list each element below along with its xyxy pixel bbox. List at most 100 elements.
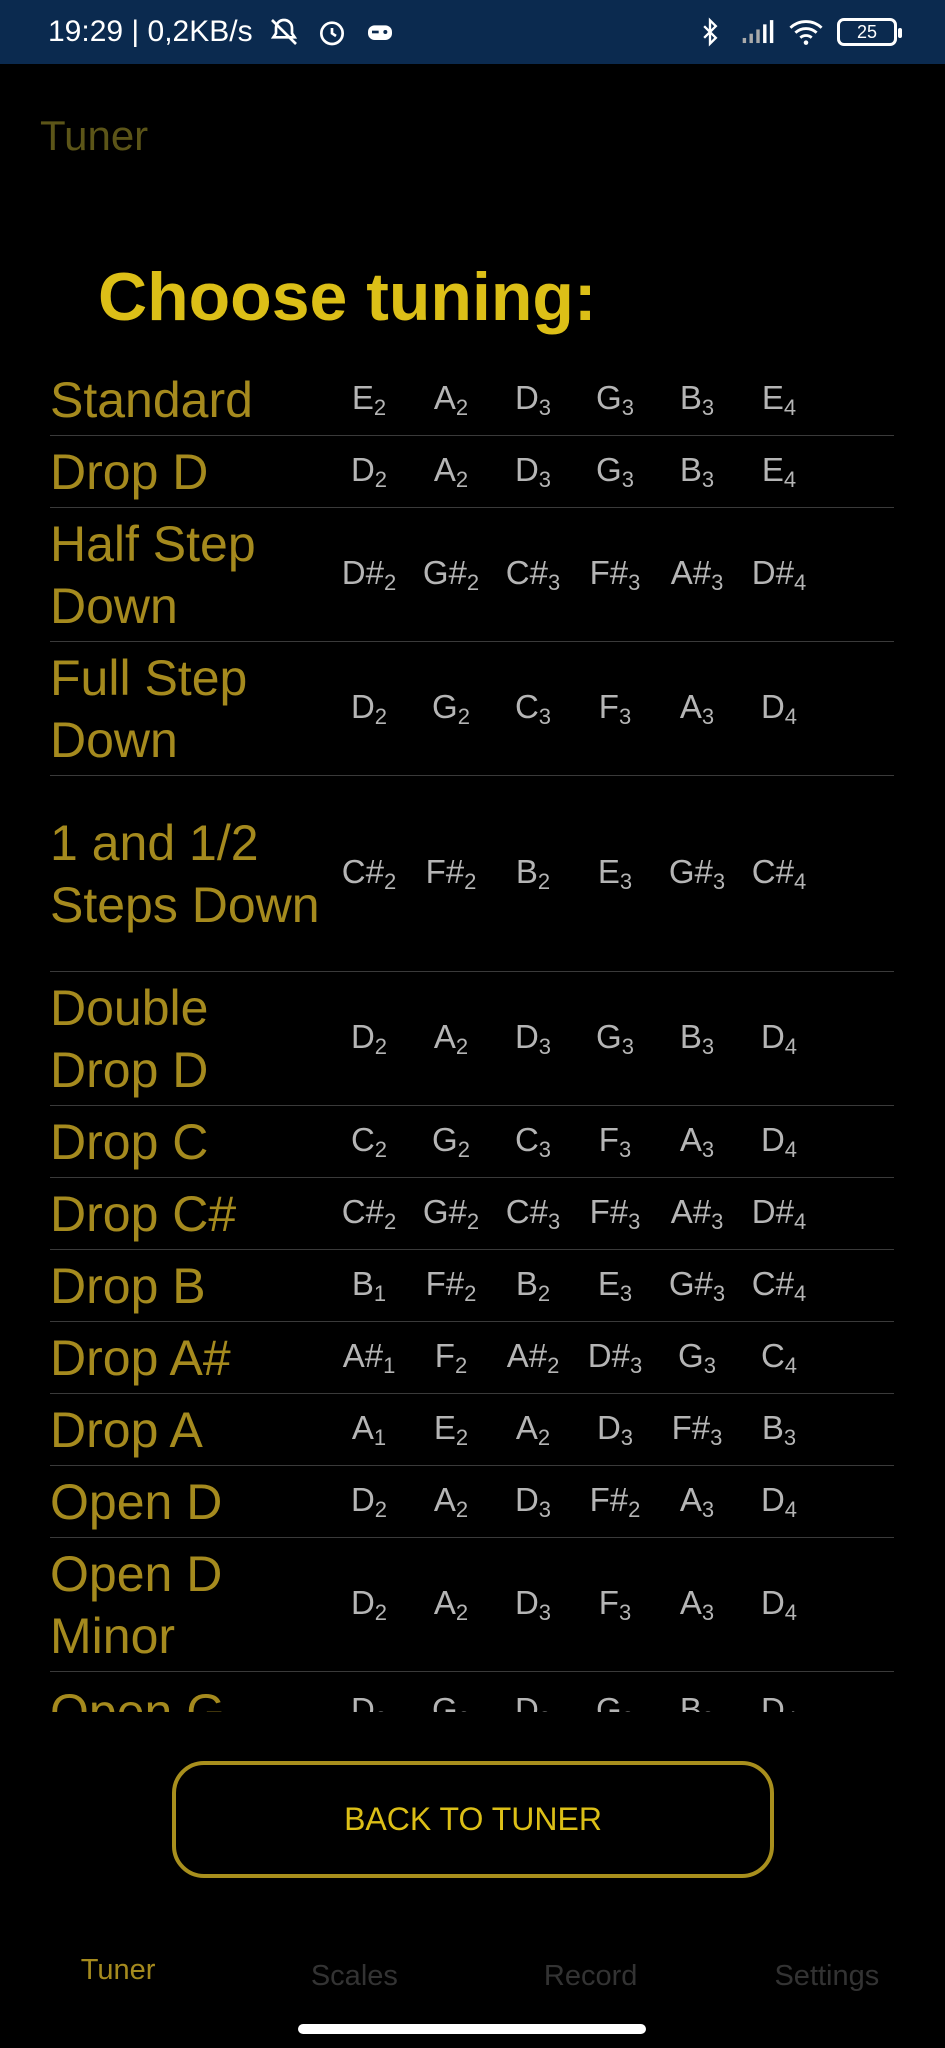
- string-note: E3: [574, 1265, 656, 1307]
- string-note: D#4: [738, 1193, 820, 1235]
- note-octave: 2: [466, 1208, 480, 1234]
- string-note: A3: [656, 1481, 738, 1523]
- string-note: D3: [492, 1018, 574, 1060]
- note-letter: C#: [341, 1192, 384, 1230]
- tuning-row[interactable]: Full Step Down D2 G2 C3 F3 A3 D4: [50, 642, 894, 776]
- note-octave: 3: [701, 1496, 715, 1522]
- note-letter: A#: [670, 553, 712, 591]
- tuning-row[interactable]: Standard E2 A2 D3 G3 B3 E4: [50, 364, 894, 436]
- note-octave: 2: [455, 466, 469, 492]
- note-octave: 2: [537, 1280, 551, 1306]
- note-octave: 3: [711, 569, 724, 595]
- note-octave: 2: [547, 1352, 560, 1378]
- note-letter: D: [514, 1690, 539, 1713]
- string-note: E2: [328, 379, 410, 421]
- note-octave: 2: [466, 569, 480, 595]
- note-octave: 2: [383, 868, 397, 894]
- string-note: F#2: [410, 1265, 492, 1307]
- tuning-notes: E2 A2 D3 G3 B3 E4: [328, 379, 820, 421]
- note-octave: 3: [538, 1599, 552, 1625]
- tuning-row[interactable]: Open D D2 A2 D3 F#2 A3 D4: [50, 1466, 894, 1538]
- tuning-row[interactable]: Half Step Down D#2 G#2 C#3 F#3 A#3 D#4: [50, 508, 894, 642]
- note-octave: 4: [784, 1352, 798, 1378]
- note-octave: 3: [538, 466, 552, 492]
- nav-tab-settings[interactable]: Settings: [709, 1940, 945, 2010]
- note-octave: 3: [701, 466, 715, 492]
- note-letter: F#: [425, 1264, 465, 1302]
- string-note: A3: [656, 688, 738, 730]
- string-note: D#2: [328, 554, 410, 596]
- string-note: F#3: [574, 554, 656, 596]
- nav-tab-tuner[interactable]: Tuner: [0, 1940, 236, 2010]
- mute-alarm-icon: [267, 15, 301, 49]
- tuning-row[interactable]: Drop D D2 A2 D3 G3 B3 E4: [50, 436, 894, 508]
- note-octave: 3: [703, 1352, 716, 1378]
- note-letter: B: [351, 1264, 374, 1302]
- note-octave: 4: [784, 1136, 798, 1162]
- tuning-list[interactable]: Standard E2 A2 D3 G3 B3 E4 Drop D D2 A2 D3 G3 B3 E4 Ha…: [50, 364, 894, 1712]
- note-letter: A: [433, 1480, 456, 1518]
- note-octave: 3: [539, 1707, 551, 1713]
- string-note: B3: [656, 379, 738, 421]
- note-letter: F#: [589, 1192, 629, 1230]
- note-letter: D: [760, 1690, 785, 1713]
- note-letter: F#: [589, 1480, 629, 1518]
- note-octave: 3: [701, 394, 715, 420]
- note-octave: 3: [701, 703, 715, 729]
- note-octave: 3: [619, 868, 633, 894]
- tuning-name: Half Step Down: [50, 515, 256, 634]
- note-letter: A#: [506, 1336, 548, 1374]
- back-to-tuner-button[interactable]: BACK TO TUNER: [172, 1761, 774, 1878]
- note-octave: 3: [622, 1707, 634, 1713]
- string-note: F#3: [656, 1409, 738, 1451]
- string-note: C#3: [492, 1193, 574, 1235]
- note-letter: G#: [668, 852, 713, 890]
- note-octave: 4: [793, 1208, 807, 1234]
- note-letter: D: [514, 1583, 539, 1621]
- tuning-row[interactable]: Drop A A1 E2 A2 D3 F#3 B3: [50, 1394, 894, 1466]
- tuning-row[interactable]: Double Drop D D2 A2 D3 G3 B3 D4: [50, 972, 894, 1106]
- string-note: A1: [328, 1409, 410, 1451]
- note-letter: G: [596, 450, 622, 488]
- note-letter: A: [351, 1408, 374, 1446]
- nav-tab-record[interactable]: Record: [473, 1940, 709, 2010]
- note-letter: D: [514, 1017, 539, 1055]
- string-note: F3: [574, 688, 656, 730]
- note-letter: D#: [751, 1192, 794, 1230]
- tuning-notes: D2 A2 D3 F3 A3 D4: [328, 1584, 820, 1626]
- tuning-row[interactable]: Drop C C2 G2 C3 F3 A3 D4: [50, 1106, 894, 1178]
- string-note: C4: [738, 1337, 820, 1379]
- tuning-row[interactable]: Open D Minor D2 A2 D3 F3 A3 D4: [50, 1538, 894, 1672]
- note-letter: C: [514, 1120, 539, 1158]
- note-letter: A#: [670, 1192, 712, 1230]
- note-letter: G#: [422, 1192, 467, 1230]
- string-note: B2: [492, 853, 574, 895]
- tuning-row[interactable]: Open GD2G2D3G3B3D4: [50, 1672, 894, 1713]
- string-note: D3: [492, 1691, 574, 1713]
- note-octave: 4: [784, 703, 798, 729]
- note-octave: 3: [547, 1208, 561, 1234]
- tuning-notes: D#2 G#2 C#3 F#3 A#3 D#4: [328, 554, 820, 596]
- note-letter: D: [514, 450, 539, 488]
- tuning-notes: C#2 F#2 B2 E3 G#3 C#4: [328, 853, 820, 895]
- tuning-notes: C2 G2 C3 F3 A3 D4: [328, 1121, 820, 1163]
- tuning-row[interactable]: Drop B B1 F#2 B2 E3 G#3 C#4: [50, 1250, 894, 1322]
- tuning-row[interactable]: 1 and 1/2 Steps Down C#2 F#2 B2 E3 G#3 C#4: [50, 776, 894, 972]
- home-indicator: [298, 2024, 646, 2034]
- note-octave: 3: [701, 1136, 715, 1162]
- note-letter: A: [679, 1480, 702, 1518]
- string-note: D3: [492, 1481, 574, 1523]
- note-letter: E: [351, 378, 374, 416]
- tuning-row[interactable]: Drop C# C#2 G#2 C#3 F#3 A#3 D#4: [50, 1178, 894, 1250]
- note-octave: 3: [702, 1707, 714, 1713]
- note-letter: A#: [342, 1336, 384, 1374]
- tuning-name: 1 and 1/2 Steps Down: [50, 814, 320, 933]
- note-letter: A: [433, 1583, 456, 1621]
- note-letter: F: [598, 1583, 619, 1621]
- note-letter: D#: [341, 553, 384, 591]
- string-note: F3: [574, 1121, 656, 1163]
- nav-tab-scales[interactable]: Scales: [236, 1940, 472, 2010]
- note-letter: B: [761, 1408, 784, 1446]
- note-octave: 2: [457, 1136, 470, 1162]
- tuning-row[interactable]: Drop A# A#1 F2 A#2 D#3 G3 C4: [50, 1322, 894, 1394]
